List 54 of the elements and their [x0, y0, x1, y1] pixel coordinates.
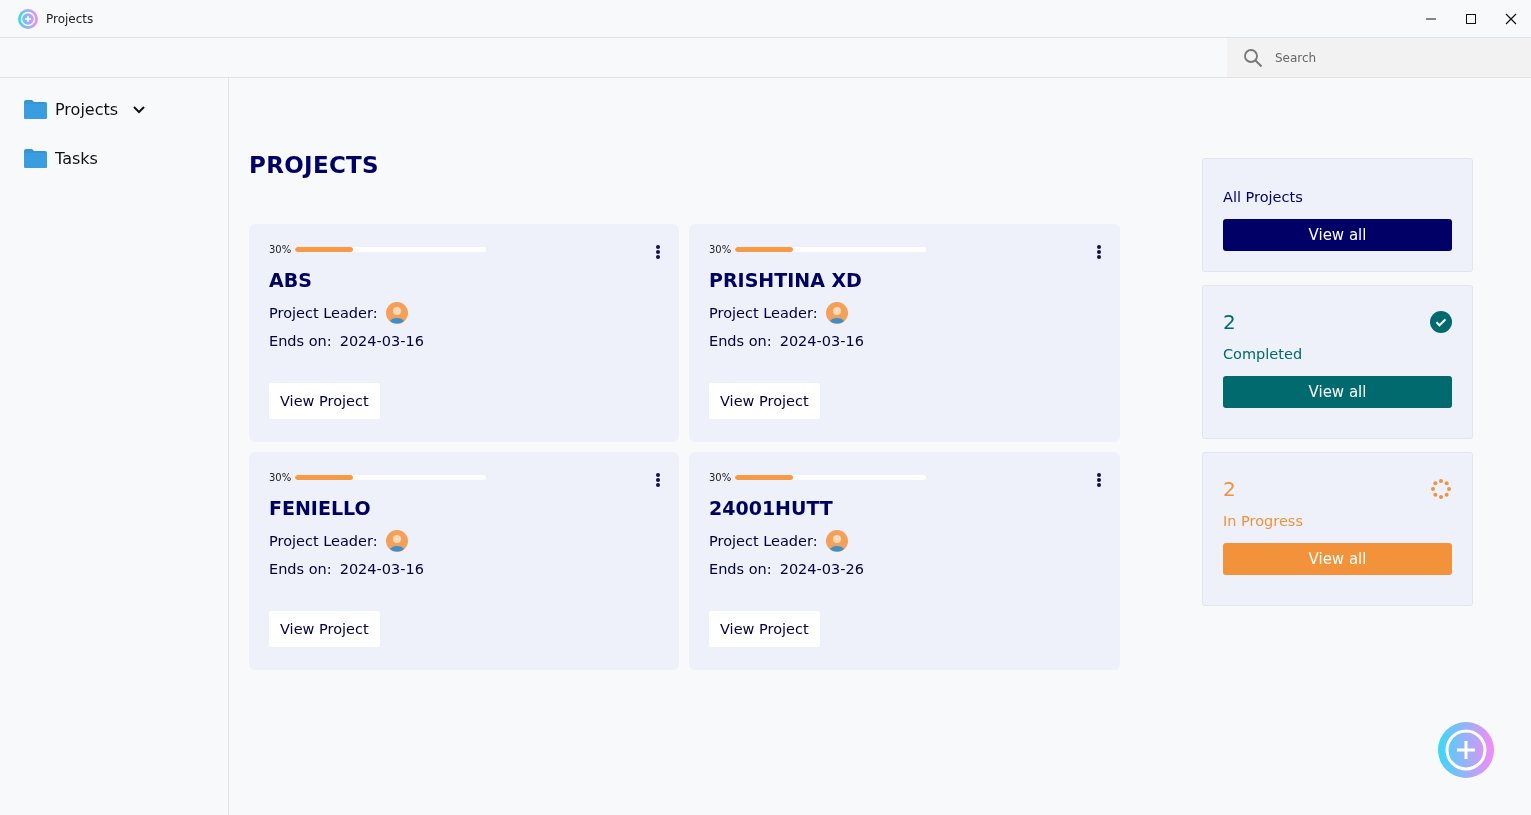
view-project-button[interactable]: View Project — [709, 383, 820, 419]
ends-label: Ends on: — [269, 333, 332, 349]
ends-label: Ends on: — [709, 561, 772, 577]
more-vertical-icon[interactable] — [655, 244, 661, 260]
close-icon[interactable] — [1505, 12, 1517, 25]
count: 2 — [1223, 310, 1236, 334]
chevron-down-icon — [132, 104, 147, 115]
view-project-button[interactable]: View Project — [269, 611, 380, 647]
more-vertical-icon[interactable] — [1096, 244, 1102, 260]
view-all-button[interactable]: View all — [1223, 376, 1452, 408]
spinner-icon — [1430, 478, 1452, 500]
view-project-button[interactable]: View Project — [709, 611, 820, 647]
view-project-button[interactable]: View Project — [269, 383, 380, 419]
leader-label: Project Leader: — [709, 305, 818, 321]
project-name: PRISHTINA XD — [709, 269, 863, 291]
avatar-icon — [385, 302, 408, 324]
summary-label: In Progress — [1223, 513, 1304, 529]
project-name: ABS — [269, 269, 313, 291]
leader-label: Project Leader: — [269, 305, 378, 321]
leader-label: Project Leader: — [269, 533, 378, 549]
leader-label: Project Leader: — [709, 533, 818, 549]
avatar-icon — [825, 530, 848, 552]
end-date: 2024-03-16 — [339, 561, 424, 577]
sidebar-item[interactable]: Projects — [24, 100, 147, 119]
search-bar[interactable]: Search — [1227, 38, 1531, 77]
view-all-button[interactable]: View all — [1223, 219, 1452, 251]
page-title: PROJECTS — [249, 152, 380, 178]
progress-percent: 30% — [269, 244, 292, 255]
ends-label: Ends on: — [709, 333, 772, 349]
count: 2 — [1223, 477, 1236, 501]
end-date: 2024-03-26 — [779, 561, 864, 577]
progress-percent: 30% — [709, 472, 732, 483]
maximize-icon[interactable] — [1465, 12, 1477, 25]
ends-label: Ends on: — [269, 561, 332, 577]
summary-label: All Projects — [1223, 189, 1304, 205]
sidebar-item[interactable]: Tasks — [24, 149, 98, 168]
window-title: Projects — [46, 11, 94, 26]
search-icon — [1243, 47, 1263, 68]
summary-label: Completed — [1223, 346, 1304, 362]
avatar-icon — [385, 530, 408, 552]
end-date: 2024-03-16 — [339, 333, 424, 349]
folder-icon — [24, 149, 47, 168]
progress-percent: 30% — [709, 244, 732, 255]
folder-icon — [24, 100, 47, 119]
avatar-icon — [825, 302, 848, 324]
progress-percent: 30% — [269, 472, 292, 483]
project-name: 24001HUTT — [709, 497, 834, 519]
more-vertical-icon[interactable] — [1096, 472, 1102, 488]
check-circle-icon — [1430, 311, 1452, 333]
project-name: FENIELLO — [269, 497, 372, 519]
search-input[interactable]: Search — [1275, 38, 1531, 77]
more-vertical-icon[interactable] — [655, 472, 661, 488]
end-date: 2024-03-16 — [779, 333, 864, 349]
app-logo-icon — [18, 8, 38, 29]
